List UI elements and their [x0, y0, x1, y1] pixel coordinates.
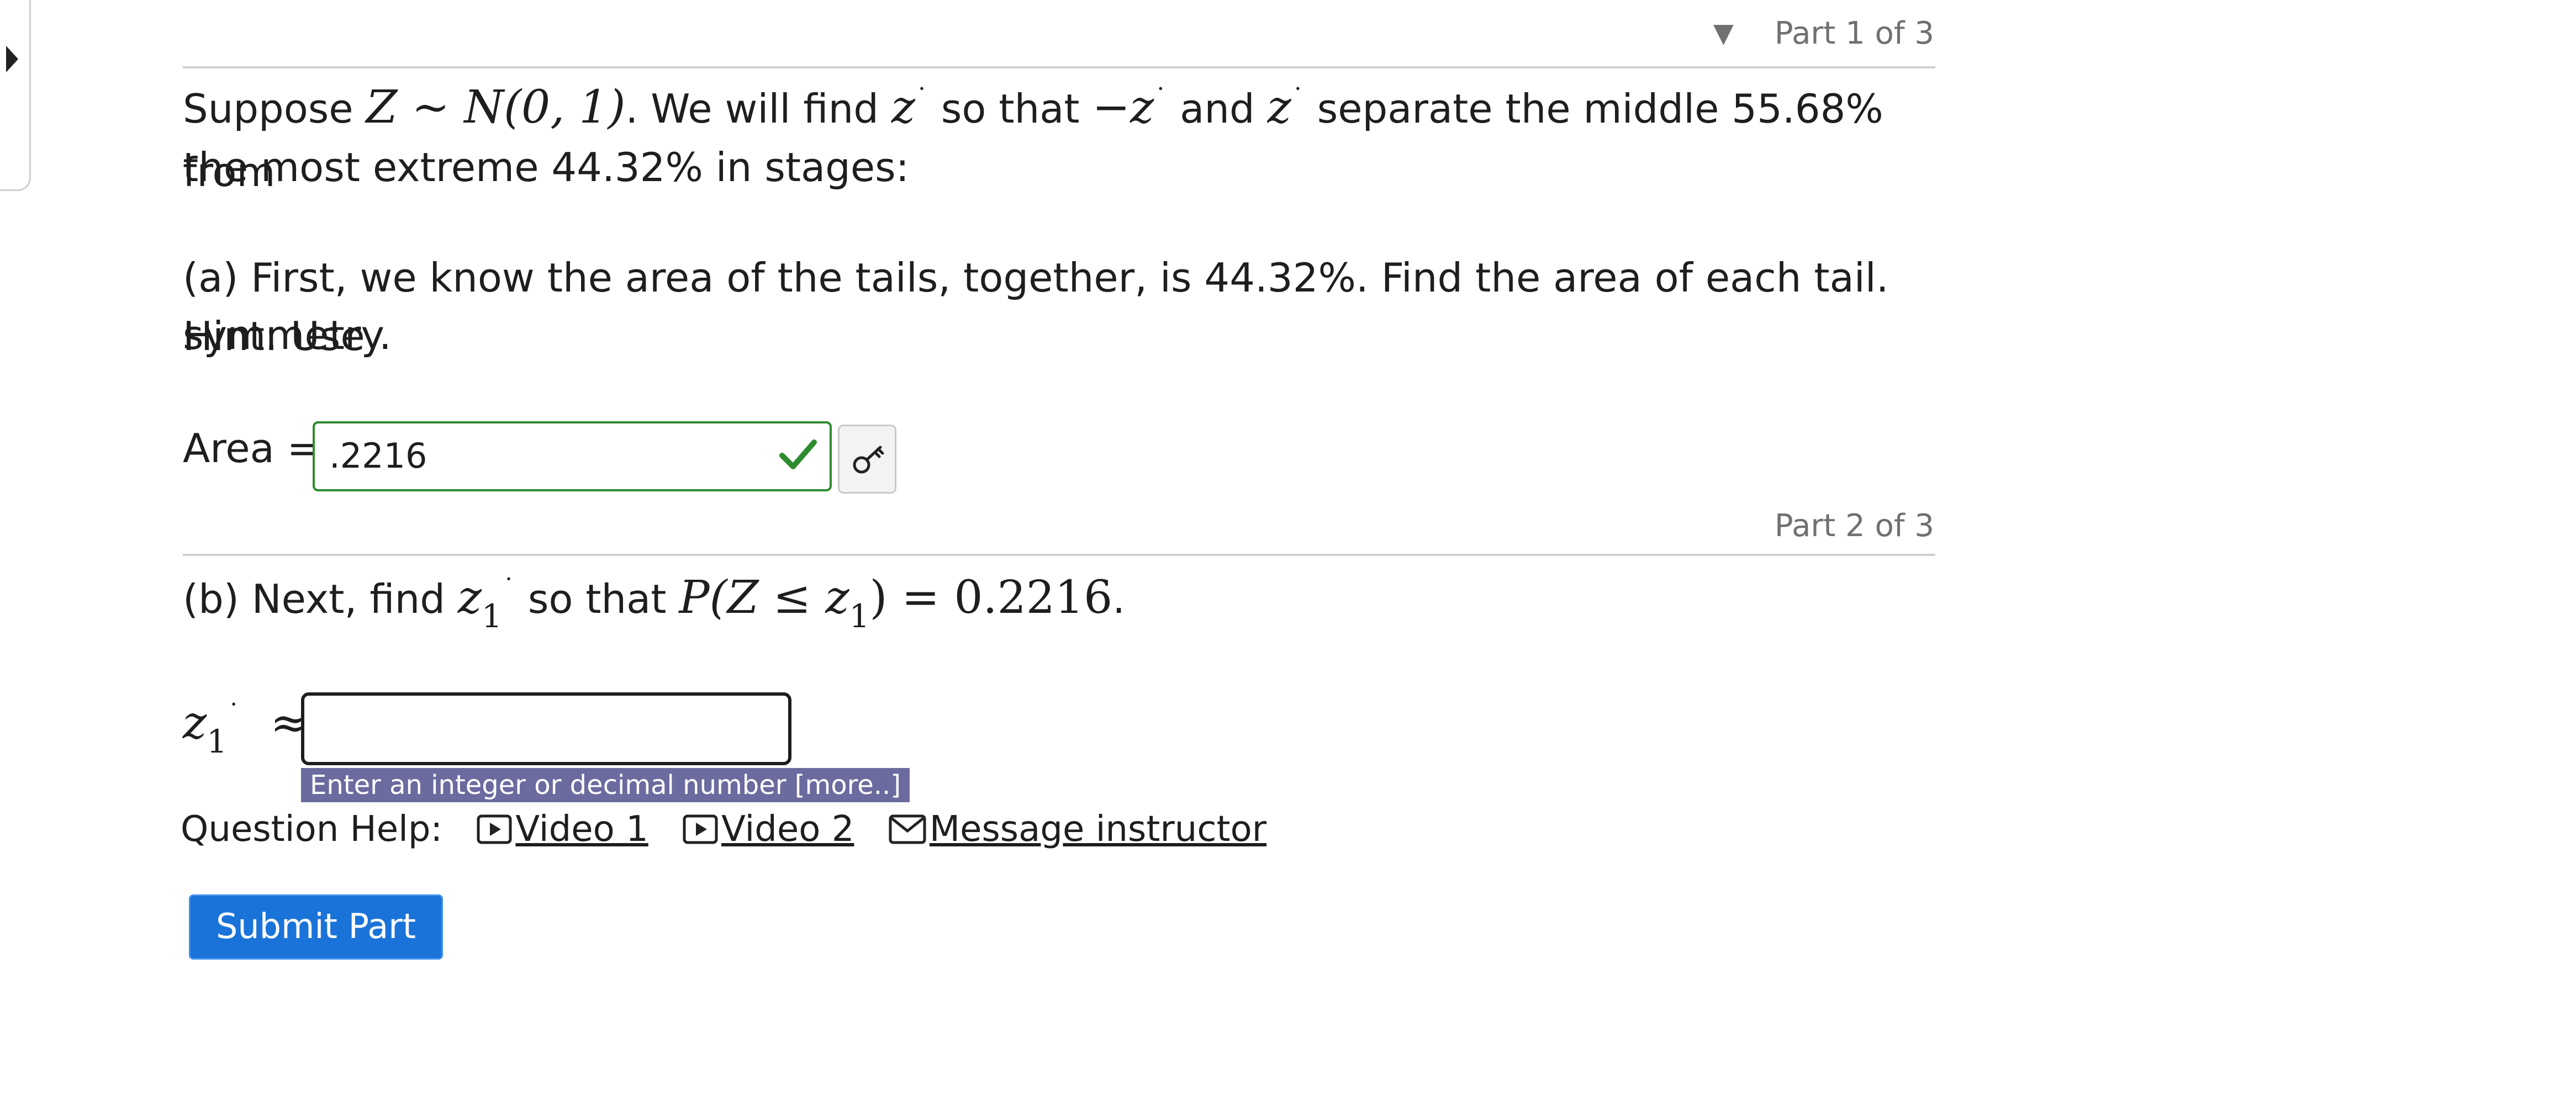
video-1-link[interactable]: Video 1 — [477, 809, 648, 850]
part-b-text-3: . — [1112, 576, 1126, 622]
divider-2 — [183, 554, 1935, 556]
intro-text-3: so that — [928, 86, 1092, 132]
key-button[interactable] — [838, 425, 896, 494]
video-icon — [477, 814, 512, 844]
area-input[interactable]: .2216 — [313, 421, 832, 491]
answer-variable: z1˙ ≈ — [183, 697, 308, 760]
area-input-value: .2216 — [329, 436, 427, 476]
area-label: Area = — [183, 425, 320, 472]
part-b-text-1: (b) Next, find — [183, 576, 458, 622]
z1-answer-input[interactable] — [301, 692, 791, 765]
math-distribution: Z ∼ N(0, 1) — [366, 81, 626, 134]
submit-part-button[interactable]: Submit Part — [189, 894, 443, 960]
intro-text-4: and — [1167, 86, 1268, 132]
part-1-label: Part 1 of 3 — [1774, 15, 1934, 51]
check-icon — [779, 439, 817, 469]
video-2-link[interactable]: Video 2 — [683, 809, 854, 850]
math-z: z — [891, 81, 916, 134]
math-probability-end: ) = 0.2216 — [869, 571, 1113, 624]
answer-var-sub: 1 — [207, 723, 228, 760]
answer-var-z: z — [183, 697, 207, 749]
video-icon — [683, 814, 718, 844]
envelope-icon — [889, 814, 926, 844]
message-instructor-label: Message instructor — [929, 809, 1267, 850]
part-b-text-2: so that — [515, 576, 679, 622]
part-a-question-line-2: symmetry. — [183, 312, 392, 358]
sidebar-toggle[interactable] — [0, 0, 31, 191]
math-probability: P(Z ≤ z — [679, 571, 849, 624]
part-b-question: (b) Next, find z1˙ so that P(Z ≤ z1) = 0… — [183, 571, 1126, 635]
triangle-down-icon[interactable]: ▼ — [1713, 18, 1734, 49]
math-z1: z — [457, 571, 482, 624]
intro-text-2: . We will find — [625, 86, 891, 132]
question-help-label: Question Help: — [181, 809, 443, 850]
math-z-2: z — [1267, 81, 1291, 134]
math-sub-1: 1 — [482, 597, 502, 635]
part-2-label: Part 2 of 3 — [1774, 508, 1934, 544]
intro-text-line-2: the most extreme 44.32% in stages: — [183, 144, 909, 190]
intro-text-1: Suppose — [183, 86, 366, 132]
question-help: Question Help: Video 1 Video 2 Message i… — [181, 807, 1266, 851]
video-2-label: Video 2 — [721, 809, 854, 850]
video-1-label: Video 1 — [515, 809, 648, 850]
divider — [183, 66, 1935, 68]
key-icon — [853, 446, 884, 474]
input-hint-tooltip[interactable]: Enter an integer or decimal number [more… — [301, 768, 910, 802]
message-instructor-link[interactable]: Message instructor — [889, 809, 1266, 850]
math-sub-2: 1 — [849, 597, 870, 635]
triangle-right-icon — [6, 46, 18, 72]
math-neg-z: −z — [1092, 81, 1154, 134]
